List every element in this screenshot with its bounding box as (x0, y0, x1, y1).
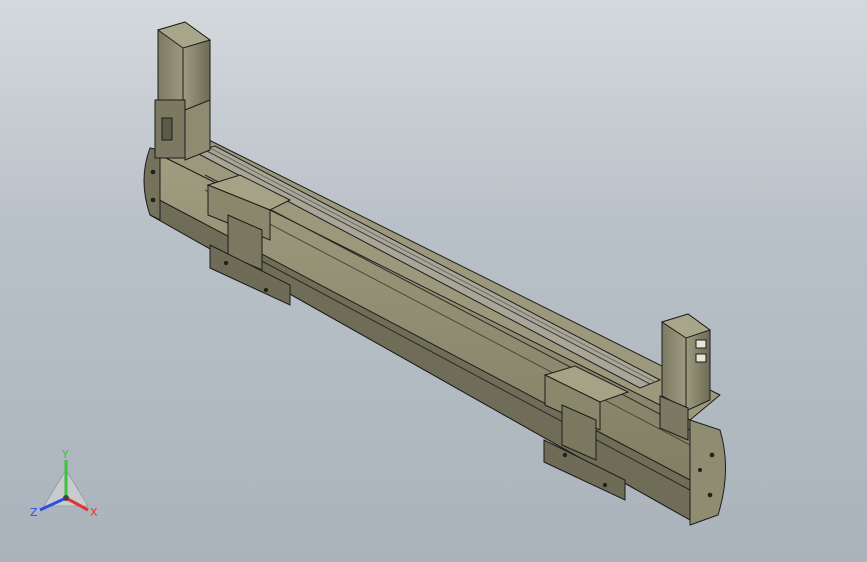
right-end-cap (689, 419, 726, 526)
z-axis-label: Z (30, 506, 38, 519)
coordinate-triad: Y X Z (30, 448, 98, 519)
left-end-cap (143, 147, 161, 221)
left-servo-motor (154, 21, 212, 161)
right-servo-motor (659, 313, 712, 441)
linear-actuator-model[interactable] (0, 0, 867, 562)
x-axis-label: X (90, 506, 98, 519)
graphics-viewport[interactable]: Y X Z (0, 0, 867, 562)
triad-origin (63, 495, 69, 501)
y-axis-label: Y (61, 448, 69, 461)
